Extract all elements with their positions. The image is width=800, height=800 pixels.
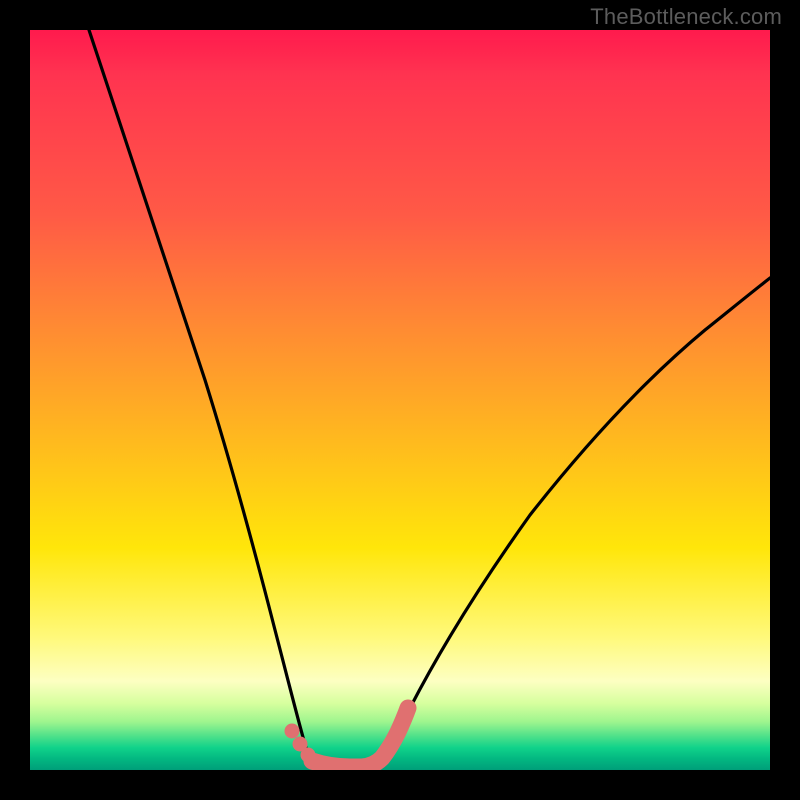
chart-frame: TheBottleneck.com xyxy=(0,0,800,800)
right-curve xyxy=(376,278,770,766)
chart-svg xyxy=(30,30,770,770)
plot-area xyxy=(30,30,770,770)
flat-bottom-highlight xyxy=(312,708,408,767)
watermark-text: TheBottleneck.com xyxy=(590,4,782,30)
highlight-dot xyxy=(285,724,300,739)
left-curve xyxy=(89,30,316,766)
